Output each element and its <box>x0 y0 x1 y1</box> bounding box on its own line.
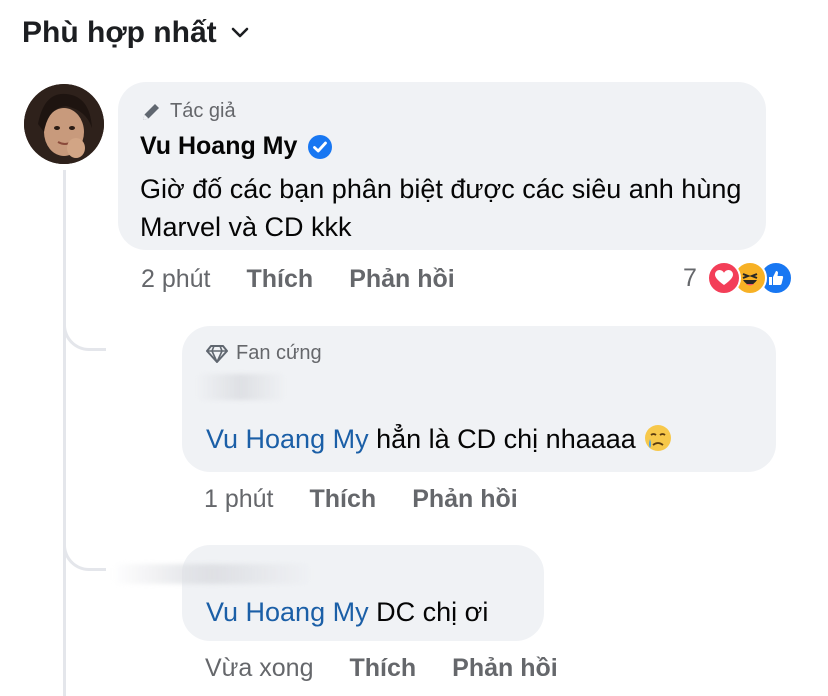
diamond-icon <box>206 344 228 363</box>
sort-dropdown[interactable]: Phù hợp nhất <box>22 16 249 50</box>
comment-actions: Vừa xong Thích Phản hồi <box>205 654 594 683</box>
avatar-image <box>24 84 104 164</box>
mention-link[interactable]: Vu Hoang My <box>206 424 369 454</box>
comment-text: Giờ đố các bạn phân biệt được các siêu a… <box>140 174 742 242</box>
verified-icon <box>308 134 333 159</box>
avatar[interactable] <box>24 84 104 164</box>
love-reaction-icon <box>706 261 741 295</box>
badge-label: Tác giả <box>170 100 236 122</box>
comment-bubble: Fan cứng Vu Hoang My hẳn là CD chị nhaaa… <box>182 326 776 472</box>
comment-body: DC chị ơi <box>368 597 489 627</box>
sort-label: Phù hợp nhất <box>22 16 217 49</box>
comment-author[interactable]: Vu Hoang My <box>140 132 333 161</box>
author-badge: Tác giả <box>140 100 236 123</box>
comment-bubble: Tác giả Vu Hoang My Giờ đố các bạn phân … <box>118 82 766 250</box>
comment-actions: 1 phút Thích Phản hồi <box>204 485 554 514</box>
mention-link[interactable]: Vu Hoang My <box>206 597 369 627</box>
reaction-count: 7 <box>683 263 697 292</box>
blurred-author-name <box>196 374 286 400</box>
pencil-icon <box>143 103 159 120</box>
reply-button[interactable]: Phản hồi <box>452 654 558 683</box>
comment-actions: 2 phút Thích Phản hồi <box>141 265 491 294</box>
badge-label: Fan cứng <box>236 342 322 364</box>
fan-badge: Fan cứng <box>206 342 322 365</box>
comment-time[interactable]: 1 phút <box>204 485 274 514</box>
like-button[interactable]: Thích <box>247 265 314 294</box>
comment-bubble: Vu Hoang My DC chị ơi <box>182 545 544 641</box>
blurred-author-name <box>112 564 312 584</box>
like-button[interactable]: Thích <box>310 485 377 514</box>
comment-time[interactable]: Vừa xong <box>205 654 313 683</box>
thread-branch <box>63 520 106 571</box>
thread-branch <box>63 300 106 351</box>
thread-line <box>63 170 66 696</box>
reaction-summary[interactable]: 7 <box>683 261 793 295</box>
comment-time[interactable]: 2 phút <box>141 265 211 294</box>
reply-button[interactable]: Phản hồi <box>349 265 455 294</box>
crying-emoji-icon <box>645 425 672 451</box>
comment-text: Vu Hoang My hẳn là CD chị nhaaaa <box>206 420 673 458</box>
reply-button[interactable]: Phản hồi <box>412 485 518 514</box>
like-button[interactable]: Thích <box>349 654 416 683</box>
chevron-down-icon <box>231 27 248 38</box>
author-name[interactable]: Vu Hoang My <box>140 132 297 161</box>
comment-body: hẳn là CD chị nhaaaa <box>368 424 636 454</box>
comment-text: Vu Hoang My DC chị ơi <box>206 593 488 631</box>
